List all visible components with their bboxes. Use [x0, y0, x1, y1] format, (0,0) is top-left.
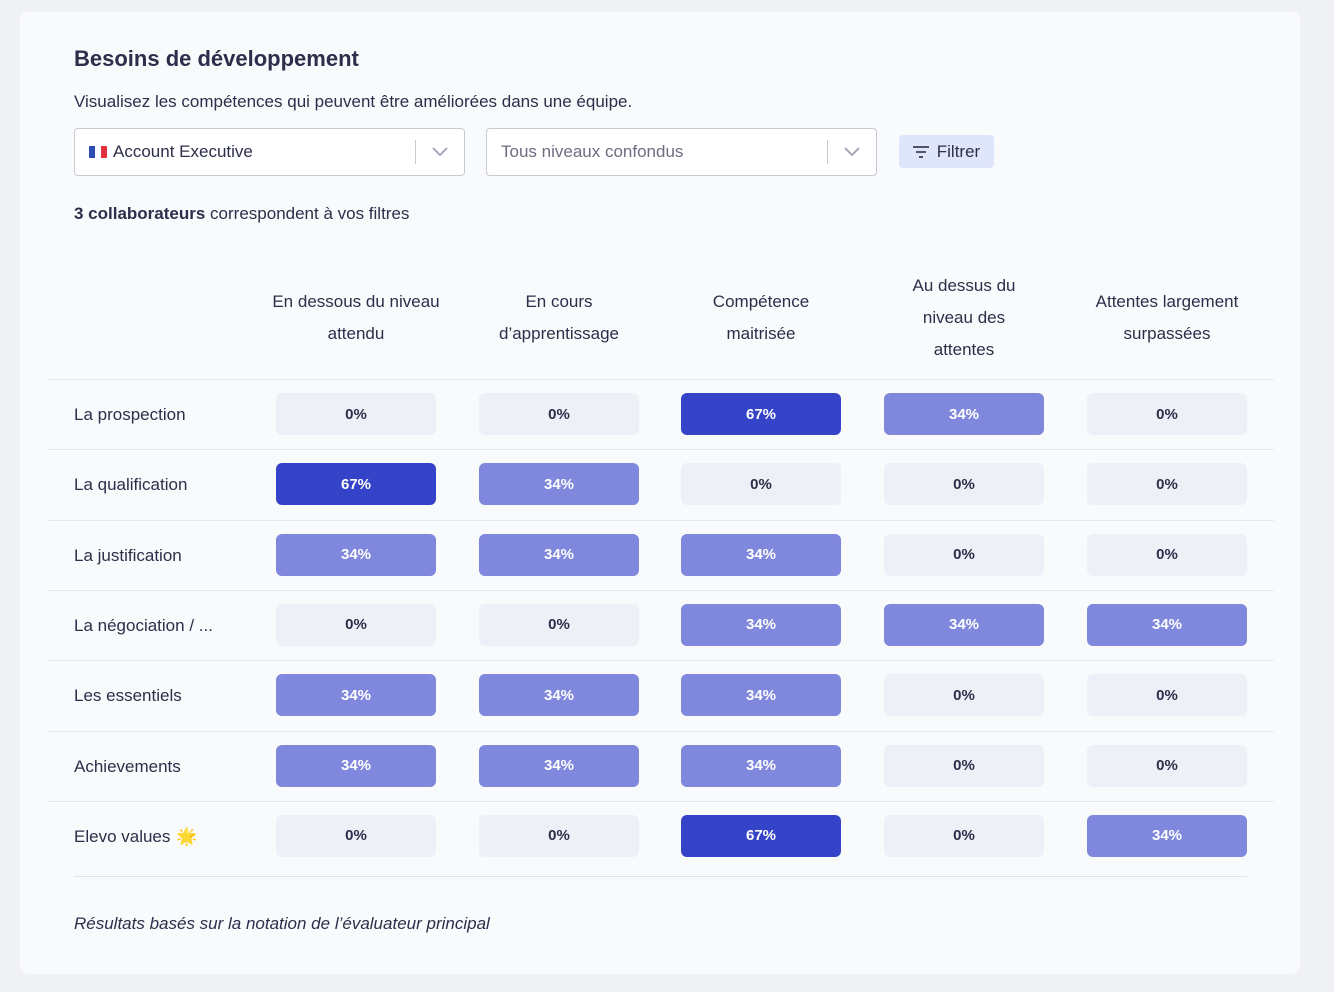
job-select-value: Account Executive	[113, 142, 253, 161]
level-select[interactable]: Tous niveaux confondus	[486, 128, 877, 176]
row-label-text: Achievements	[74, 756, 181, 776]
percentage-cell[interactable]: 34%	[681, 603, 841, 646]
percentage-cell[interactable]: 0%	[479, 393, 639, 435]
percentage-cell[interactable]: 34%	[479, 674, 639, 717]
percentage-cell[interactable]: 34%	[681, 533, 841, 576]
percentage-cell[interactable]: 0%	[681, 463, 841, 506]
percentage-cell[interactable]: 34%	[276, 674, 436, 717]
row-label: Les essentiels	[74, 661, 182, 731]
filter-lines-icon	[912, 145, 929, 158]
table-row: La justification 34% 34% 34% 0% 0%	[48, 519, 1274, 591]
percentage-cell[interactable]: 34%	[681, 674, 841, 717]
percentage-cell[interactable]: 34%	[884, 603, 1044, 646]
percentage-cell[interactable]: 34%	[479, 533, 639, 576]
page-subtitle: Visualisez les compétences qui peuvent ê…	[74, 92, 633, 111]
row-label: La prospection	[74, 380, 186, 450]
filter-button[interactable]: Filtrer	[899, 135, 994, 168]
percentage-cell[interactable]: 0%	[276, 393, 436, 435]
percentage-cell[interactable]: 67%	[276, 463, 436, 506]
table-row: Achievements 34% 34% 34% 0% 0%	[48, 730, 1274, 802]
percentage-cell[interactable]: 0%	[1087, 744, 1247, 787]
footnote: Résultats basés sur la notation de l’éva…	[74, 914, 490, 933]
bottom-divider	[74, 876, 1247, 877]
percentage-cell[interactable]: 34%	[479, 744, 639, 787]
page-title: Besoins de développement	[74, 46, 359, 71]
chevron-down-icon[interactable]	[416, 147, 464, 157]
row-label-text: Elevo values	[74, 826, 171, 846]
percentage-cell[interactable]: 0%	[884, 814, 1044, 857]
row-label-text: Les essentiels	[74, 686, 182, 706]
percentage-cell[interactable]: 0%	[1087, 393, 1247, 435]
row-label: Elevo values 🌟	[74, 802, 198, 872]
column-header: Compétence maitrisée	[712, 292, 810, 343]
job-select[interactable]: Account Executive	[74, 128, 465, 176]
development-needs-card: Besoins de développement Visualisez les …	[20, 12, 1300, 974]
percentage-cell[interactable]: 34%	[1087, 603, 1247, 646]
percentage-cell[interactable]: 0%	[479, 814, 639, 857]
row-label: Achievements	[74, 732, 181, 802]
percentage-cell[interactable]: 34%	[276, 533, 436, 576]
percentage-cell[interactable]: 34%	[884, 393, 1044, 435]
table-row: La prospection 0% 0% 67% 34% 0%	[48, 379, 1274, 449]
percentage-cell[interactable]: 67%	[681, 814, 841, 857]
level-select-placeholder: Tous niveaux confondus	[501, 142, 684, 161]
filter-button-label: Filtrer	[936, 141, 981, 161]
percentage-cell[interactable]: 0%	[1087, 463, 1247, 506]
row-label-text: La justification	[74, 545, 182, 565]
percentage-cell[interactable]: 34%	[1087, 814, 1247, 857]
percentage-cell[interactable]: 0%	[479, 603, 639, 646]
table-row: Les essentiels 34% 34% 34% 0% 0%	[48, 660, 1274, 730]
percentage-cell[interactable]: 34%	[479, 463, 639, 506]
table-row: La négociation / ... 0% 0% 34% 34% 34%	[48, 589, 1274, 661]
column-header: En cours d’apprentissage	[498, 292, 620, 343]
row-label: La négociation / ...	[74, 591, 213, 661]
chevron-down-icon[interactable]	[828, 147, 876, 157]
row-label-text: La prospection	[74, 405, 186, 424]
row-label-text: La négociation / ...	[74, 615, 213, 635]
column-header: En dessous du niveau attendu	[272, 292, 440, 343]
percentage-cell[interactable]: 0%	[1087, 533, 1247, 576]
percentage-cell[interactable]: 0%	[884, 463, 1044, 506]
table-row: Elevo values 🌟 0% 0% 67% 0% 34%	[48, 800, 1274, 872]
percentage-cell[interactable]: 34%	[276, 744, 436, 787]
column-header: Au dessus du niveau des attentes	[912, 276, 1016, 359]
result-count-rest: correspondent à vos filtres	[205, 204, 410, 223]
percentage-cell[interactable]: 0%	[276, 814, 436, 857]
percentage-cell[interactable]: 0%	[276, 603, 436, 646]
percentage-cell[interactable]: 0%	[884, 744, 1044, 787]
column-header: Attentes largement surpassées	[1095, 292, 1239, 343]
percentage-cell[interactable]: 0%	[884, 533, 1044, 576]
table-row: La qualification 67% 34% 0% 0% 0%	[48, 449, 1274, 519]
star-icon: 🌟	[176, 826, 198, 846]
percentage-cell[interactable]: 34%	[681, 744, 841, 787]
result-count: 3 collaborateurs correspondent à vos fil…	[74, 204, 409, 224]
result-count-bold: 3 collaborateurs	[74, 204, 206, 223]
row-label-text: La qualification	[74, 475, 188, 495]
row-label: La qualification	[74, 450, 187, 520]
percentage-cell[interactable]: 0%	[884, 674, 1044, 717]
percentage-cell[interactable]: 0%	[1087, 674, 1247, 717]
percentage-cell[interactable]: 67%	[681, 393, 841, 435]
row-label: La justification	[74, 521, 182, 591]
france-flag-icon	[89, 146, 107, 158]
